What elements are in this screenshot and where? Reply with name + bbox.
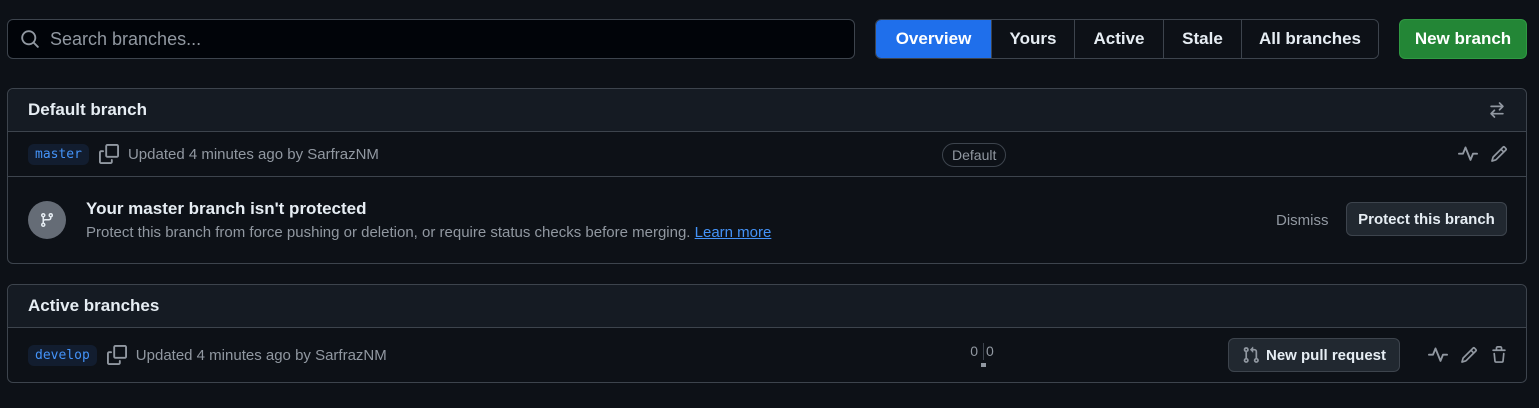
- git-branch-icon: [28, 201, 66, 239]
- tab-overview[interactable]: Overview: [876, 20, 992, 58]
- activity-icon[interactable]: [1458, 144, 1478, 164]
- copy-icon[interactable]: [106, 345, 127, 365]
- git-pull-request-icon: [1242, 346, 1260, 364]
- branch-protection-notice: Your master branch isn't protected Prote…: [8, 177, 1526, 262]
- search-box[interactable]: [7, 19, 855, 59]
- ahead-count: 0: [986, 343, 994, 359]
- search-input[interactable]: [50, 28, 854, 50]
- section-title: Default branch: [28, 100, 148, 119]
- active-branches-box: Active branches develop Updated 4 minute…: [7, 284, 1527, 383]
- ahead-behind-indicator: 0 0: [964, 343, 1004, 367]
- pencil-icon[interactable]: [1460, 346, 1478, 364]
- new-branch-button[interactable]: New branch: [1399, 19, 1527, 59]
- dismiss-button[interactable]: Dismiss: [1276, 212, 1329, 229]
- copy-icon[interactable]: [98, 144, 119, 164]
- branch-row-develop: develop Updated 4 minutes ago by Sarfraz…: [8, 328, 1526, 382]
- behind-count: 0: [970, 343, 978, 359]
- new-pull-request-button[interactable]: New pull request: [1228, 338, 1400, 372]
- branch-filter-tabs: Overview Yours Active Stale All branches: [875, 19, 1379, 59]
- default-branch-box: Default branch master Updated 4 minutes …: [7, 88, 1527, 264]
- learn-more-link[interactable]: Learn more: [695, 224, 772, 241]
- search-icon: [20, 29, 40, 49]
- tab-yours[interactable]: Yours: [992, 20, 1075, 58]
- branch-row-master: master Updated 4 minutes ago by SarfrazN…: [8, 132, 1526, 177]
- branch-name-link[interactable]: develop: [28, 344, 97, 366]
- trash-icon[interactable]: [1490, 346, 1508, 364]
- branch-name-link[interactable]: master: [28, 143, 89, 165]
- new-pull-request-label: New pull request: [1265, 346, 1387, 364]
- row-actions: [1428, 328, 1508, 382]
- tab-all-branches[interactable]: All branches: [1242, 20, 1378, 58]
- active-branches-header: Active branches: [8, 285, 1526, 328]
- tab-stale[interactable]: Stale: [1164, 20, 1242, 58]
- pencil-icon[interactable]: [1490, 145, 1508, 163]
- notice-description-text: Protect this branch from force pushing o…: [86, 224, 691, 241]
- section-title: Active branches: [28, 296, 160, 315]
- notice-description: Protect this branch from force pushing o…: [86, 224, 771, 241]
- switch-arrows-icon[interactable]: [1488, 101, 1506, 119]
- activity-icon[interactable]: [1428, 345, 1448, 365]
- ahead-behind-bar: [981, 363, 986, 367]
- updated-text: Updated 4 minutes ago by SarfrazNM: [127, 145, 379, 163]
- default-badge: Default: [942, 143, 1007, 167]
- default-branch-header: Default branch: [8, 89, 1526, 132]
- row-actions: [1458, 132, 1508, 176]
- updated-text: Updated 4 minutes ago by SarfrazNM: [135, 346, 387, 364]
- protect-branch-button[interactable]: Protect this branch: [1346, 202, 1507, 236]
- tab-active[interactable]: Active: [1075, 20, 1164, 58]
- notice-title: Your master branch isn't protected: [86, 199, 367, 218]
- ahead-behind-divider: [983, 343, 984, 360]
